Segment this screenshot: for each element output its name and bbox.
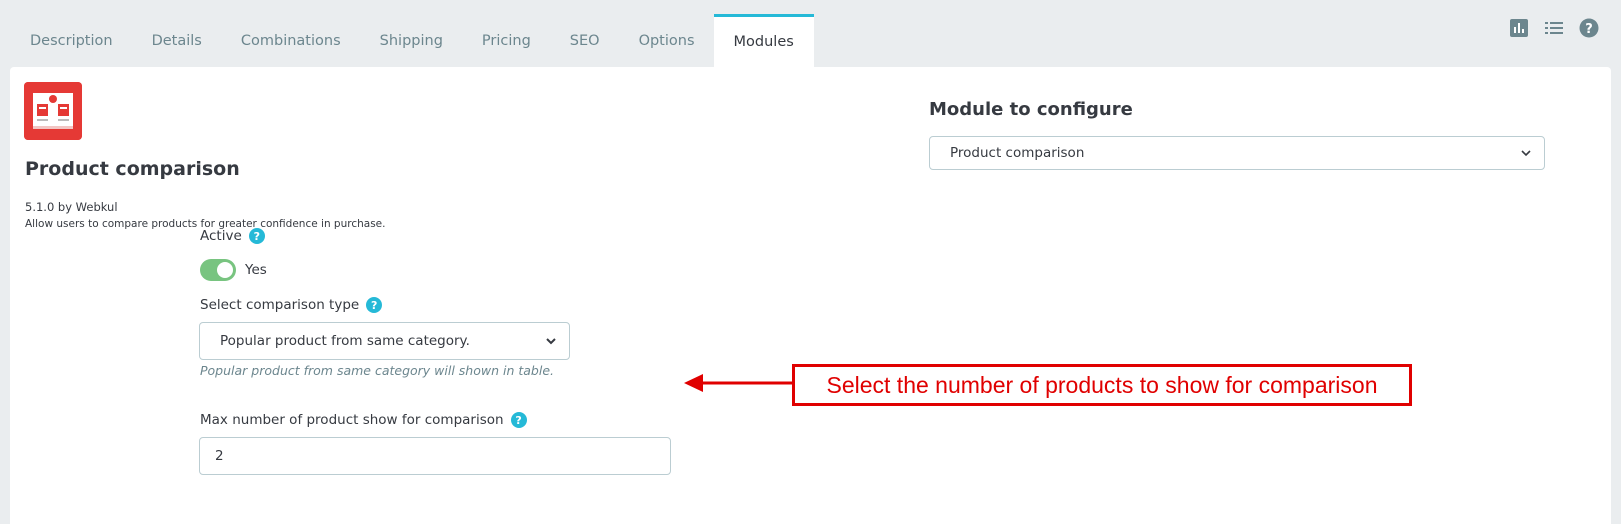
module-to-configure-heading: Module to configure bbox=[929, 99, 1133, 120]
max-products-input[interactable] bbox=[199, 437, 671, 475]
tab-pricing[interactable]: Pricing bbox=[462, 14, 550, 67]
active-label-row: Active ? bbox=[200, 228, 265, 244]
list-icon[interactable] bbox=[1544, 18, 1564, 38]
tab-label: Shipping bbox=[379, 32, 443, 49]
max-products-label: Max number of product show for compariso… bbox=[200, 412, 504, 428]
module-title: Product comparison bbox=[25, 158, 240, 180]
module-version: 5.1.0 by Webkul bbox=[25, 200, 118, 214]
tab-options[interactable]: Options bbox=[619, 14, 714, 67]
help-icon[interactable]: ? bbox=[510, 412, 527, 428]
annotation-callout: Select the number of products to show fo… bbox=[792, 364, 1412, 406]
tab-label: Details bbox=[151, 32, 202, 49]
comparison-type-select[interactable]: Popular product from same category. bbox=[199, 322, 570, 360]
comparison-type-label-row: Select comparison type ? bbox=[200, 297, 383, 313]
module-config-card: Product comparison 5.1.0 by Webkul Allow… bbox=[10, 67, 1611, 524]
tab-label: Description bbox=[30, 32, 113, 49]
comparison-type-hint: Popular product from same category will … bbox=[200, 363, 554, 378]
tab-modules[interactable]: Modules bbox=[713, 14, 814, 67]
comparison-type-label: Select comparison type bbox=[200, 297, 360, 313]
tab-label: Options bbox=[638, 32, 695, 49]
active-toggle-value: Yes bbox=[245, 262, 267, 278]
help-icon[interactable]: ? bbox=[1579, 18, 1599, 38]
annotation-arrow-icon bbox=[684, 374, 795, 392]
top-toolbar: ? bbox=[1509, 18, 1599, 38]
tab-shipping[interactable]: Shipping bbox=[360, 14, 462, 67]
chart-icon[interactable] bbox=[1509, 18, 1529, 38]
module-to-configure-select[interactable]: Product comparison bbox=[929, 136, 1545, 170]
active-toggle[interactable] bbox=[200, 259, 236, 281]
help-icon[interactable]: ? bbox=[248, 228, 265, 244]
active-label: Active bbox=[200, 228, 242, 244]
help-icon[interactable]: ? bbox=[366, 297, 383, 313]
tab-label: SEO bbox=[569, 32, 600, 49]
toggle-knob bbox=[217, 262, 233, 278]
comparison-type-value: Popular product from same category. bbox=[220, 333, 470, 349]
tab-seo[interactable]: SEO bbox=[550, 14, 619, 67]
module-logo-icon bbox=[24, 82, 82, 140]
tab-combinations[interactable]: Combinations bbox=[221, 14, 360, 67]
tab-label: Combinations bbox=[240, 32, 341, 49]
tab-description[interactable]: Description bbox=[10, 14, 132, 67]
chevron-down-icon bbox=[546, 338, 556, 345]
product-edit-page: Description Details Combinations Shippin… bbox=[0, 0, 1621, 524]
module-to-configure-value: Product comparison bbox=[950, 145, 1085, 161]
chevron-down-icon bbox=[1521, 150, 1531, 157]
product-tabs: Description Details Combinations Shippin… bbox=[10, 14, 814, 67]
tab-label: Pricing bbox=[481, 32, 531, 49]
max-products-label-row: Max number of product show for compariso… bbox=[200, 412, 527, 428]
tab-details[interactable]: Details bbox=[132, 14, 221, 67]
svg-text:?: ? bbox=[1585, 22, 1593, 37]
active-switch-row: Yes bbox=[200, 259, 267, 281]
tab-label: Modules bbox=[733, 34, 794, 50]
